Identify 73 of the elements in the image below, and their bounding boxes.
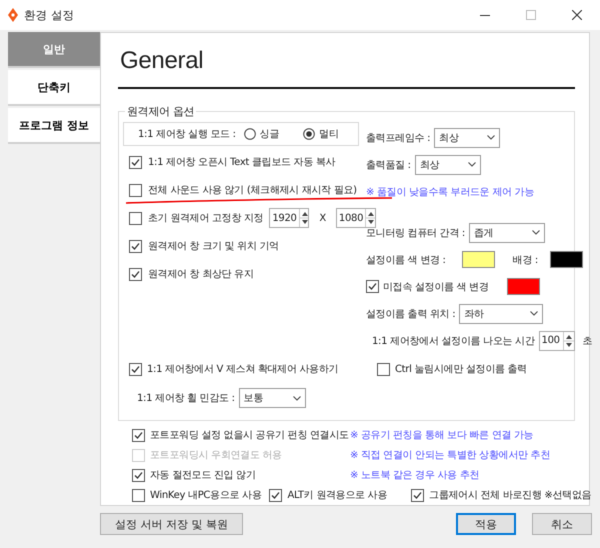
color-swatch[interactable]: [462, 251, 495, 268]
dropdown[interactable]: 보통: [238, 388, 306, 408]
field-label: 출력품질 :: [366, 158, 411, 172]
field-label: 출력프레임수 :: [366, 132, 430, 144]
hint-text: ※ 공유기 펀칭을 통해 보다 빠른 연결 가능: [350, 429, 534, 442]
option-label: 포트포워딩시 우회연결도 허용: [150, 449, 282, 462]
checkbox[interactable]: [129, 212, 142, 224]
checkbox[interactable]: [366, 280, 379, 293]
option-label: 미접속 설정이름 색 변경: [383, 280, 489, 294]
radio-button[interactable]: [303, 128, 316, 140]
number-field[interactable]: 1920: [269, 208, 310, 228]
window-title: 환경 설정: [24, 8, 76, 22]
checkbox[interactable]: [132, 488, 145, 502]
option-label: 초기 원격제어 고정창 지정: [148, 212, 264, 225]
action-button[interactable]: 취소: [532, 513, 592, 535]
dropdown[interactable]: 좁게: [469, 222, 546, 242]
separator-label: X: [319, 212, 326, 224]
caret-icon: [532, 230, 540, 235]
radio-button[interactable]: [244, 128, 256, 140]
number-field[interactable]: 1080: [336, 208, 376, 228]
close-icon[interactable]: [572, 10, 582, 20]
color-swatch[interactable]: [550, 251, 583, 268]
checkbox[interactable]: [132, 428, 145, 442]
group-title: 원격제어 옵션: [125, 104, 196, 119]
option-label: 그룹제어시 전체 바로진행 ※선택없음: [429, 489, 592, 502]
option-label: 1:1 제어창 오픈시 Text 클립보드 자동 복사: [148, 156, 336, 169]
checkbox[interactable]: [129, 184, 142, 196]
field-label: 1:1 제어창 실행 모드 :: [138, 128, 236, 141]
unit-label: 초: [582, 334, 592, 348]
dropdown[interactable]: 최상: [434, 128, 500, 148]
minimize-icon[interactable]: [480, 14, 490, 16]
checkbox[interactable]: [377, 362, 390, 376]
option-label: Ctrl 눌림시에만 설정이름 출력: [395, 363, 527, 376]
number-field[interactable]: 100: [538, 330, 575, 350]
dropdown[interactable]: 좌하: [459, 304, 544, 324]
field-label: 설정이름 색 변경 :: [366, 254, 446, 266]
caret-icon: [292, 396, 301, 400]
option-label: 자동 절전모드 진입 않기: [150, 469, 256, 482]
app-icon: [8, 8, 18, 22]
hint-text: ※ 직접 연결이 안되는 특별한 상황에서만 추천: [350, 449, 550, 462]
radio-label: 멀티: [319, 128, 338, 141]
option-label: 1:1 제어창에서 V 제스쳐 확대제어 사용하기: [147, 363, 338, 376]
sidebar-tab[interactable]: 단축키: [8, 70, 100, 106]
option-label: ALT키 원격용으로 사용: [287, 489, 388, 502]
checkbox[interactable]: [411, 488, 424, 502]
checkbox[interactable]: [269, 488, 282, 502]
action-button[interactable]: 적용: [456, 513, 516, 535]
page-title: General: [120, 47, 204, 76]
checkbox[interactable]: [129, 240, 142, 252]
field-label: 1:1 제어창에서 설정이름 나오는 시간: [372, 334, 535, 348]
action-button[interactable]: 설정 서버 저장 및 복원: [100, 513, 243, 535]
option-label: 전체 사운드 사용 않기 (체크해제시 재시작 필요): [148, 184, 357, 197]
caret-icon: [487, 135, 496, 140]
field-label: 1:1 제어창 휠 민감도 :: [137, 392, 235, 405]
field-label: 모니터링 컴퓨터 간격 :: [366, 226, 466, 240]
checkbox[interactable]: [129, 362, 142, 376]
hint-text: ※ 노트북 같은 경우 사용 추천: [350, 469, 480, 482]
sidebar-tab[interactable]: 프로그램 정보: [8, 108, 100, 144]
field-label: 설정이름 출력 위치 :: [366, 308, 456, 320]
option-label: 원격제어 창 크기 및 위치 기억: [148, 240, 279, 253]
option-label: 원격제어 창 최상단 유지: [148, 268, 254, 281]
checkbox[interactable]: [129, 268, 142, 280]
radio-label: 싱글: [260, 128, 280, 141]
option-label: WinKey 내PC용으로 사용: [150, 489, 262, 502]
checkbox[interactable]: [132, 468, 145, 482]
dropdown[interactable]: 최상: [414, 154, 481, 174]
hint-text: ※ 품질이 낮을수록 부러드운 제어 가능: [366, 186, 534, 198]
color-swatch[interactable]: [506, 278, 540, 295]
caret-icon: [468, 162, 476, 167]
checkbox[interactable]: [129, 156, 142, 168]
option-label: 포트포워딩 설정 없을시 공유기 펀칭 연결시도: [150, 429, 349, 442]
caret-icon: [530, 311, 538, 316]
field-label: 배경 :: [512, 254, 538, 266]
